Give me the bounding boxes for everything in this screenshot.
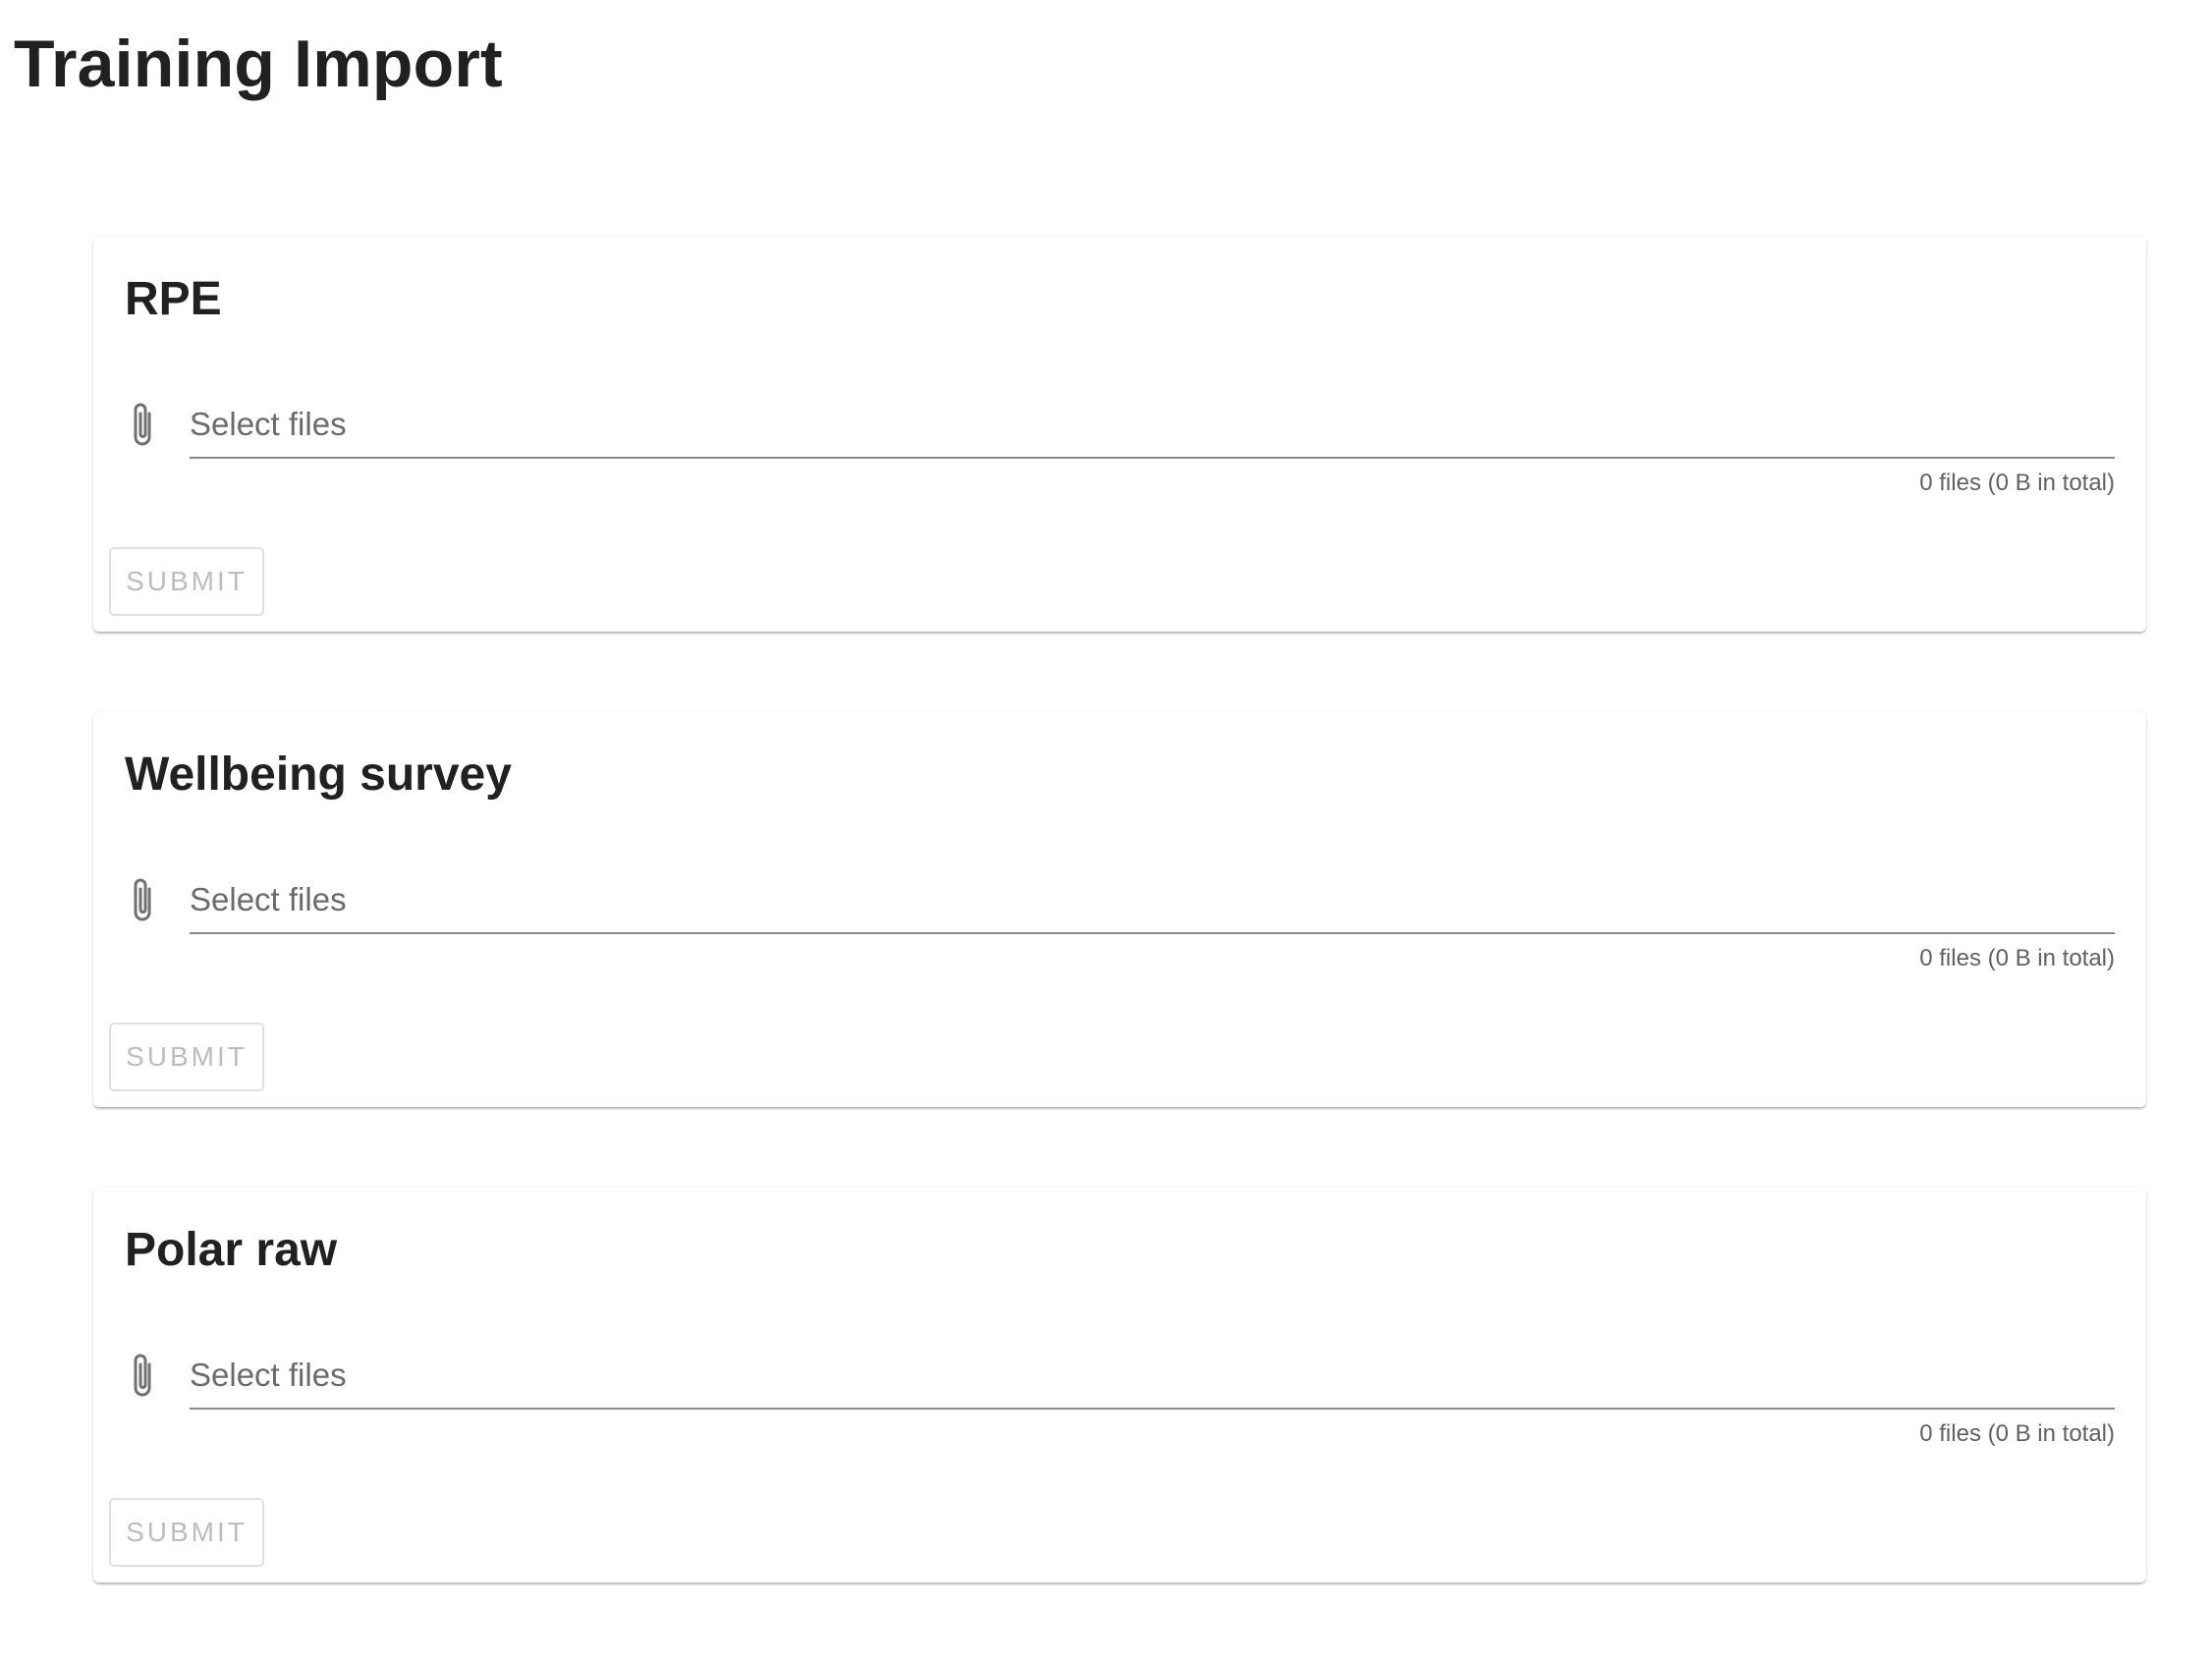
import-card-polar-raw: Polar raw Select files 0 files (0 B in t… <box>93 1188 2146 1582</box>
import-card-wellbeing-survey: Wellbeing survey Select files 0 files (0… <box>93 712 2146 1107</box>
file-select-placeholder: Select files <box>190 1357 347 1393</box>
file-select-placeholder: Select files <box>190 406 347 442</box>
card-title: RPE <box>125 273 222 325</box>
paperclip-icon[interactable] <box>127 875 158 924</box>
file-summary: 0 files (0 B in total) <box>1919 470 2115 496</box>
file-select-field[interactable]: Select files <box>190 394 2115 459</box>
paperclip-icon[interactable] <box>127 400 158 449</box>
file-select-field[interactable]: Select files <box>190 869 2115 934</box>
card-title: Polar raw <box>125 1224 338 1276</box>
file-select-field[interactable]: Select files <box>190 1345 2115 1410</box>
import-cards: RPE Select files 0 files (0 B in total) … <box>93 237 2146 1663</box>
file-summary: 0 files (0 B in total) <box>1919 1420 2115 1447</box>
card-title: Wellbeing survey <box>125 748 512 801</box>
file-input-row: Select files <box>127 869 2115 934</box>
file-summary: 0 files (0 B in total) <box>1919 945 2115 971</box>
submit-button[interactable]: SUBMIT <box>109 547 264 616</box>
submit-button[interactable]: SUBMIT <box>109 1498 264 1567</box>
import-card-rpe: RPE Select files 0 files (0 B in total) … <box>93 237 2146 632</box>
file-input-row: Select files <box>127 394 2115 459</box>
file-select-placeholder: Select files <box>190 881 347 917</box>
submit-button[interactable]: SUBMIT <box>109 1023 264 1091</box>
file-input-row: Select files <box>127 1345 2115 1410</box>
paperclip-icon[interactable] <box>127 1351 158 1400</box>
page-title: Training Import <box>14 27 503 101</box>
